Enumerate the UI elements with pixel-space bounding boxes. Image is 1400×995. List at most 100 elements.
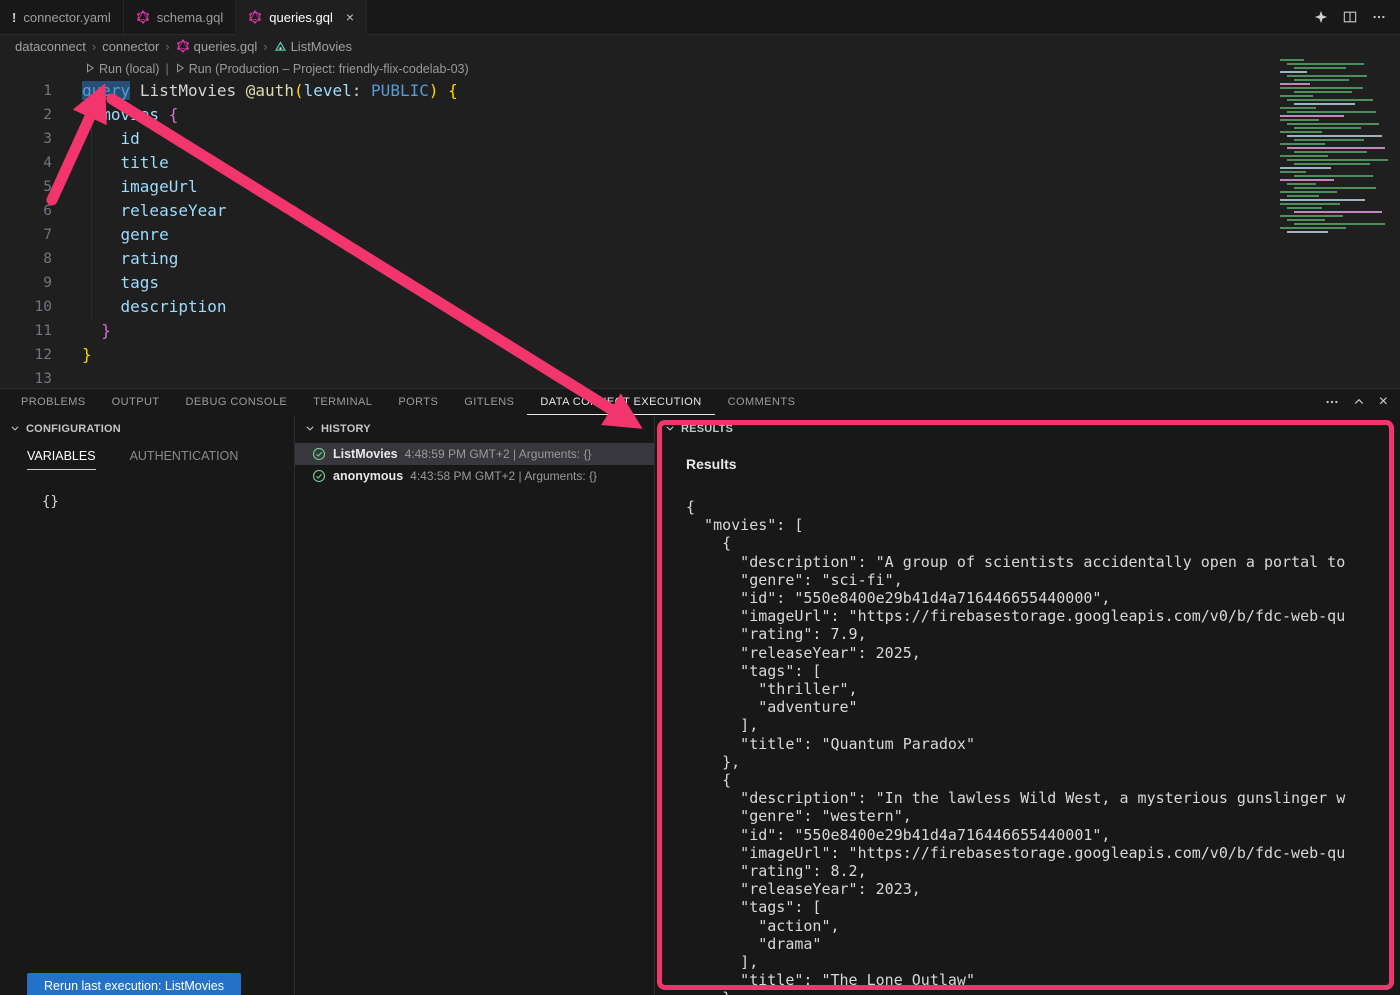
panel-tab-terminal[interactable]: TERMINAL [300, 389, 385, 415]
yaml-file-icon: ! [12, 11, 16, 24]
panel-tab-output[interactable]: OUTPUT [99, 389, 173, 415]
line-number: 3 [0, 127, 52, 151]
code-line[interactable]: 9 tags [0, 271, 1270, 295]
panel-tab-data-connect-execution[interactable]: DATA CONNECT EXECUTION [527, 389, 714, 415]
code-line[interactable]: 3 id [0, 127, 1270, 151]
line-text: genre [52, 223, 169, 247]
line-text: tags [52, 271, 159, 295]
run-local-label: Run (local) [99, 62, 159, 76]
line-text: description [52, 295, 227, 319]
line-text: rating [52, 247, 178, 271]
code-line[interactable]: 13 [0, 367, 1270, 388]
history-title: HISTORY [321, 423, 371, 435]
panel-tab-ports[interactable]: PORTS [385, 389, 451, 415]
config-tab-authentication[interactable]: AUTHENTICATION [130, 449, 239, 470]
editor-tab-bar: ! connector.yaml schema.gql queries.gql × [0, 0, 1400, 35]
tab-schema.gql[interactable]: schema.gql [124, 0, 236, 34]
run-production-label: Run (Production – Project: friendly-flix… [189, 62, 469, 76]
tab-label: connector.yaml [23, 10, 110, 25]
results-json-line: "description": "A group of scientists ac… [686, 553, 1400, 571]
run-production-link[interactable]: Run (Production – Project: friendly-flix… [175, 62, 469, 76]
tab-label: queries.gql [269, 10, 333, 25]
breadcrumb: dataconnect›connector›queries.gql›ListMo… [0, 35, 1400, 57]
line-text: movies { [52, 103, 178, 127]
code-line[interactable]: 6 releaseYear [0, 199, 1270, 223]
code-editor[interactable]: Run (local) | Run (Production – Project:… [0, 57, 1400, 388]
history-entry-anonymous[interactable]: anonymous4:43:58 PM GMT+2 | Arguments: {… [295, 465, 654, 487]
line-text: } [52, 319, 111, 343]
more-actions-icon-button[interactable] [1325, 395, 1339, 409]
graphql-icon [136, 10, 150, 24]
panel-tab-gitlens[interactable]: GITLENS [451, 389, 527, 415]
results-json-line: }, [686, 989, 1400, 995]
code-line[interactable]: 1query ListMovies @auth(level: PUBLIC) { [0, 79, 1270, 103]
code-line[interactable]: 2 movies { [0, 103, 1270, 127]
rerun-button[interactable]: Rerun last execution: ListMovies [27, 973, 241, 995]
config-tab-variables[interactable]: VARIABLES [27, 449, 96, 470]
graphql-icon [248, 10, 262, 24]
results-json-line: { [686, 771, 1400, 789]
history-header[interactable]: HISTORY [295, 415, 654, 443]
code-line[interactable]: 10 description [0, 295, 1270, 319]
results-json-line: "action", [686, 917, 1400, 935]
play-icon [175, 62, 185, 76]
editor-tab-actions [1314, 0, 1400, 34]
results-json-line: }, [686, 753, 1400, 771]
breadcrumb-label: ListMovies [291, 39, 352, 54]
results-json-line: "tags": [ [686, 662, 1400, 680]
results-json-line: "rating": 7.9, [686, 625, 1400, 643]
code-line[interactable]: 12} [0, 343, 1270, 367]
code-line[interactable]: 8 rating [0, 247, 1270, 271]
chevron-up-icon-button[interactable] [1353, 396, 1365, 408]
more-actions-icon-button[interactable] [1372, 10, 1386, 24]
query-symbol-icon [274, 40, 287, 53]
results-json-line: "genre": "western", [686, 807, 1400, 825]
minimap[interactable] [1280, 59, 1388, 235]
run-local-link[interactable]: Run (local) [85, 62, 159, 76]
results-json-line: "movies": [ [686, 516, 1400, 534]
results-section: RESULTS Results { "movies": [ { "descrip… [655, 415, 1400, 995]
code-line[interactable]: 4 title [0, 151, 1270, 175]
line-text: releaseYear [52, 199, 227, 223]
line-text: title [52, 151, 169, 175]
editor-tabs: ! connector.yaml schema.gql queries.gql × [0, 0, 367, 34]
results-json-line: "imageUrl": "https://firebasestorage.goo… [686, 844, 1400, 862]
panel-tabs: PROBLEMSOUTPUTDEBUG CONSOLETERMINALPORTS… [0, 389, 808, 415]
tab-queries.gql[interactable]: queries.gql × [236, 0, 367, 35]
panel-tab-comments[interactable]: COMMENTS [715, 389, 809, 415]
bottom-panel: CONFIGURATION VARIABLES AUTHENTICATION {}… [0, 415, 1400, 995]
breadcrumb-item-ListMovies[interactable]: ListMovies [274, 39, 352, 54]
tab-connector.yaml[interactable]: ! connector.yaml [0, 0, 124, 34]
split-editor-icon [1343, 10, 1357, 24]
configuration-section: CONFIGURATION VARIABLES AUTHENTICATION {} [0, 415, 295, 995]
breadcrumb-item-dataconnect[interactable]: dataconnect [15, 39, 86, 54]
breadcrumb-separator: › [91, 39, 97, 54]
code-line[interactable]: 11 } [0, 319, 1270, 343]
close-icon-button[interactable]: × [1379, 394, 1388, 410]
tab-label: schema.gql [157, 10, 223, 25]
results-json-line: "releaseYear": 2023, [686, 880, 1400, 898]
chevron-down-icon [305, 423, 315, 436]
play-icon [85, 62, 95, 76]
variables-editor[interactable]: {} [42, 494, 294, 510]
close-icon[interactable]: × [346, 10, 354, 24]
split-editor-icon-button[interactable] [1343, 10, 1357, 24]
breadcrumb-item-connector[interactable]: connector [102, 39, 159, 54]
sparkle-icon-button[interactable] [1314, 10, 1328, 24]
code-line[interactable]: 7 genre [0, 223, 1270, 247]
configuration-header[interactable]: CONFIGURATION [0, 415, 294, 443]
line-number: 5 [0, 175, 52, 199]
panel-tab-debug-console[interactable]: DEBUG CONSOLE [173, 389, 301, 415]
line-number: 13 [0, 367, 52, 388]
panel-tab-problems[interactable]: PROBLEMS [8, 389, 99, 415]
pass-check-icon [312, 447, 326, 461]
code-line[interactable]: 5 imageUrl [0, 175, 1270, 199]
panel-actions: × [1325, 389, 1400, 415]
configuration-tabs: VARIABLES AUTHENTICATION [0, 449, 294, 470]
results-header[interactable]: RESULTS [655, 415, 1400, 443]
history-entry-ListMovies[interactable]: ListMovies4:48:59 PM GMT+2 | Arguments: … [295, 443, 654, 465]
pass-check-icon [312, 469, 326, 483]
results-json-line: "title": "The Lone Outlaw" [686, 971, 1400, 989]
breadcrumb-item-queries.gql[interactable]: queries.gql [176, 39, 258, 54]
line-number: 8 [0, 247, 52, 271]
